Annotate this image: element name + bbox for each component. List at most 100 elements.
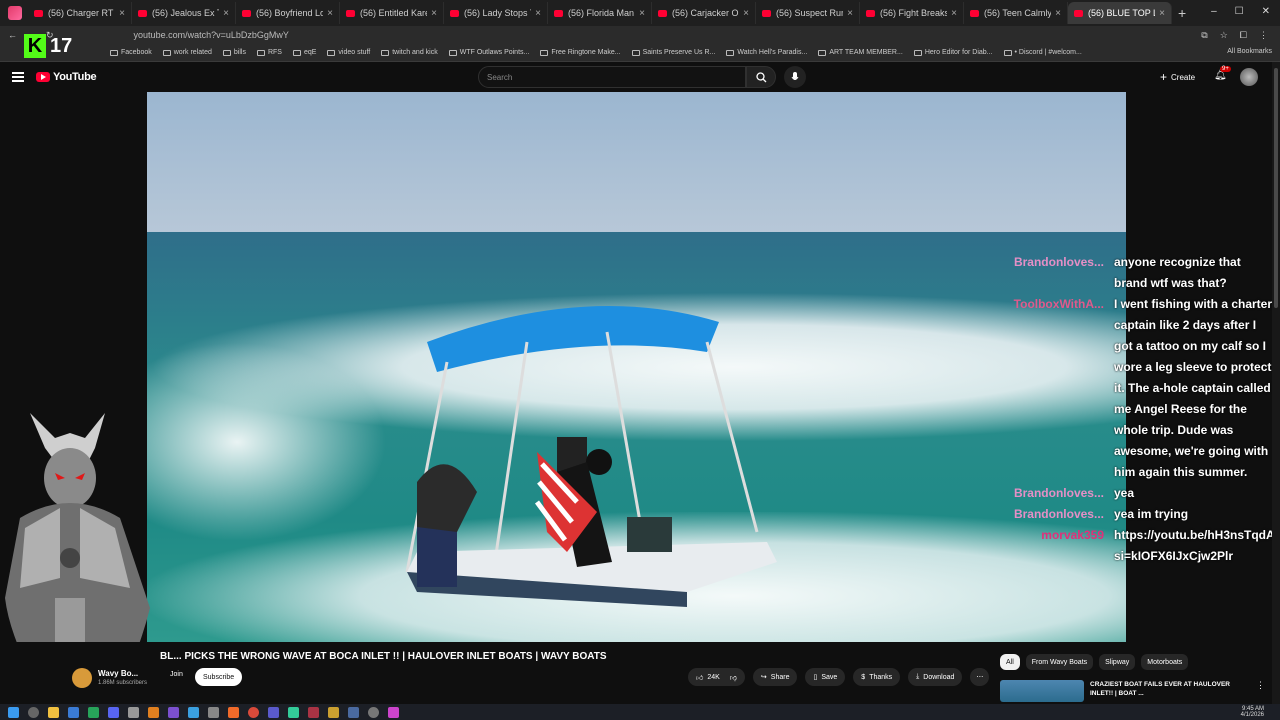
url-field[interactable]: youtube.com/watch?v=uLbDzbGgMwY [64, 30, 1202, 40]
bookmark-item[interactable]: ART TEAM MEMBER... [818, 49, 903, 56]
browser-tab[interactable]: (56) Jealous Ex Tracks Hi × [132, 2, 236, 24]
close-tab-icon[interactable]: × [223, 8, 229, 19]
close-tab-icon[interactable]: × [1159, 8, 1165, 19]
extensions-icon[interactable]: ⧠ [1240, 30, 1247, 41]
app-icon-1[interactable] [68, 706, 79, 718]
app-icon-12[interactable] [308, 706, 319, 718]
close-tab-icon[interactable]: × [743, 8, 749, 19]
app-icon-2[interactable] [88, 706, 99, 718]
chat-username[interactable]: Brandonloves... [1000, 504, 1114, 525]
browser-tab[interactable]: (56) Lady Stops Traffic to × [444, 2, 548, 24]
menu-dots-icon[interactable]: ⋮ [1259, 30, 1268, 41]
app-icon-13[interactable] [328, 706, 339, 718]
bookmark-item[interactable]: Hero Editor for Diab... [913, 49, 993, 56]
filter-chip[interactable]: Slipway [1099, 654, 1136, 670]
chat-username[interactable]: Brandonloves... [1000, 483, 1114, 504]
search-input[interactable]: Search [478, 66, 746, 88]
app-icon-6[interactable] [168, 706, 179, 718]
browser-tab[interactable]: (56) Florida Man Threaten × [548, 2, 652, 24]
page-scrollbar[interactable] [1272, 62, 1280, 704]
create-button[interactable]: + Create [1160, 68, 1195, 86]
file-explorer-icon[interactable] [48, 706, 59, 718]
all-bookmarks[interactable]: All Bookmarks [1227, 48, 1272, 55]
close-tab-icon[interactable]: × [847, 8, 853, 19]
settings-icon[interactable] [368, 706, 379, 718]
minimize-icon[interactable]: – [1211, 6, 1217, 17]
bookmark-item[interactable]: WTF Outlaws Points... [448, 49, 529, 56]
browser-tab[interactable]: (56) Suspect Runs After T × [756, 2, 860, 24]
account-avatar[interactable] [1240, 68, 1258, 86]
bookmark-item[interactable]: Free Ringtone Make... [540, 49, 621, 56]
browser-tab[interactable]: (56) Entitled Karen Goes × [340, 2, 444, 24]
bookmark-item[interactable]: Saints Preserve Us R... [631, 49, 715, 56]
dislike-icon[interactable]: 👎︎ [730, 673, 737, 682]
bookmark-item[interactable]: video stuff [327, 49, 370, 56]
app-icon-8[interactable] [208, 706, 219, 718]
browser-tab[interactable]: (56) Carjacker Opens Fire × [652, 2, 756, 24]
close-window-icon[interactable]: ✕ [1262, 6, 1270, 17]
maximize-icon[interactable]: ☐ [1235, 6, 1244, 17]
browser-tab[interactable]: (56) BLUE TOP LEGEN × [1068, 2, 1172, 24]
chrome-icon[interactable] [248, 706, 259, 718]
close-tab-icon[interactable]: × [535, 8, 541, 19]
bookmark-item[interactable]: eqE [292, 49, 316, 56]
filter-chip[interactable]: From Wavy Boats [1025, 654, 1094, 670]
bookmark-item[interactable]: RFS [256, 49, 282, 56]
system-clock[interactable]: 9:45 AM 4/1/2026 [1241, 706, 1264, 718]
more-actions-button[interactable]: ⋯ [970, 668, 990, 686]
browser-tab[interactable]: (56) Teen Calmly Calls 91× [964, 2, 1068, 24]
channel-avatar[interactable] [72, 668, 92, 688]
voice-search-button[interactable] [784, 66, 806, 88]
new-tab-button[interactable]: + [1178, 5, 1186, 21]
join-button[interactable]: Join [170, 671, 183, 678]
search-taskbar-icon[interactable] [28, 706, 39, 718]
app-icon-9[interactable] [228, 706, 239, 718]
app-icon-3[interactable] [108, 706, 119, 718]
app-icon-15[interactable] [388, 706, 399, 718]
scrollbar-thumb[interactable] [1274, 68, 1278, 308]
bookmark-item[interactable]: bills [222, 49, 246, 56]
filter-chip[interactable]: Motorboats [1141, 654, 1189, 670]
back-icon[interactable]: ← [8, 30, 17, 41]
close-tab-icon[interactable]: × [1055, 8, 1061, 19]
close-tab-icon[interactable]: × [951, 8, 957, 19]
app-icon-7[interactable] [188, 706, 199, 718]
browser-profile-icon[interactable] [8, 6, 22, 20]
app-icon-10[interactable] [268, 706, 279, 718]
browser-tab[interactable]: (56) Boyfriend Loses It At × [236, 2, 340, 24]
video-player[interactable] [147, 92, 1126, 642]
bookmark-item[interactable]: Watch Hell's Paradis... [726, 49, 807, 56]
channel-name[interactable]: Wavy Bo... [98, 669, 138, 678]
youtube-logo[interactable]: YouTube [36, 71, 97, 83]
close-tab-icon[interactable]: × [119, 8, 125, 19]
recommended-title[interactable]: CRAZIEST BOAT FAILS EVER AT HAULOVER INL… [1090, 680, 1250, 702]
close-tab-icon[interactable]: × [327, 8, 333, 19]
close-tab-icon[interactable]: × [639, 8, 645, 19]
browser-tab[interactable]: (56) Charger RT F**S UP × [28, 2, 132, 24]
like-button[interactable]: 👍︎ 24K 👎︎ [688, 668, 745, 686]
app-icon-11[interactable] [288, 706, 299, 718]
bookmark-item[interactable]: • Discord | #welcom... [1003, 49, 1082, 56]
recommended-video[interactable]: CRAZIEST BOAT FAILS EVER AT HAULOVER INL… [1000, 680, 1265, 702]
bookmark-star-icon[interactable]: ☆ [1220, 30, 1228, 41]
bookmark-item[interactable]: work related [162, 49, 212, 56]
thanks-button[interactable]: $ Thanks [853, 668, 901, 686]
hamburger-menu-icon[interactable] [12, 70, 24, 84]
chat-username[interactable]: ToolboxWithA... [1000, 294, 1114, 483]
chat-username[interactable]: morvak359 [1000, 525, 1114, 567]
recommended-thumbnail[interactable] [1000, 680, 1084, 702]
notifications-button[interactable]: 🔔︎ 9+ [1214, 66, 1231, 81]
filter-chip[interactable]: All [1000, 654, 1020, 670]
install-icon[interactable]: ⧉ [1201, 30, 1207, 41]
bookmark-item[interactable]: Facebook [110, 49, 152, 56]
close-tab-icon[interactable]: × [431, 8, 437, 19]
subscribe-button[interactable]: Subscribe [195, 668, 243, 686]
browser-tab[interactable]: (56) Fight Breaks Out in× [860, 2, 964, 24]
chat-username[interactable]: Brandonloves... [1000, 252, 1114, 294]
search-button[interactable] [746, 66, 776, 88]
share-button[interactable]: ↪ Share [752, 668, 798, 686]
app-icon-4[interactable] [128, 706, 139, 718]
download-button[interactable]: ⤓ Download [908, 668, 963, 686]
app-icon-14[interactable] [348, 706, 359, 718]
recommended-menu-icon[interactable]: ⋮ [1256, 680, 1265, 702]
